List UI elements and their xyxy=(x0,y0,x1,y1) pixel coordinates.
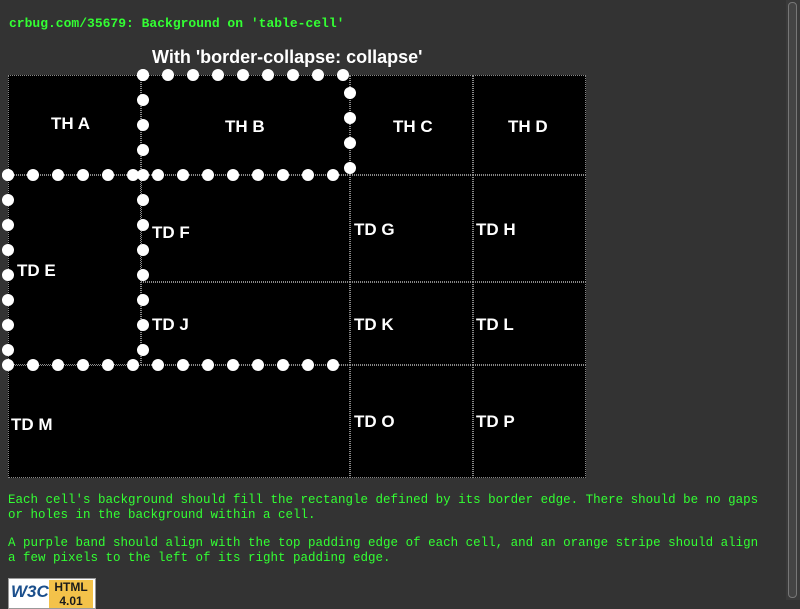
description-paragraph-2: A purple band should align with the top … xyxy=(8,536,759,565)
description-paragraph-1: Each cell's background should fill the r… xyxy=(8,493,759,522)
cell-th-b: TH B xyxy=(141,75,350,175)
cell-td-k: TD K xyxy=(350,282,473,365)
html-version-label: HTML 4.01 xyxy=(49,580,93,608)
cell-label: TD P xyxy=(476,412,515,431)
cell-th-a: TH A xyxy=(8,75,141,175)
cell-td-h: TD H xyxy=(473,175,586,282)
cell-label: TD J xyxy=(152,315,189,334)
cell-td-j: TD J xyxy=(141,282,350,365)
page-heading: crbug.com/35679: Background on 'table-ce… xyxy=(9,16,345,31)
cell-td-m: TD M xyxy=(8,365,350,478)
cell-label: TD G xyxy=(354,220,395,239)
cell-label: TD F xyxy=(152,223,190,242)
cell-td-l: TD L xyxy=(473,282,586,365)
cell-label: TH D xyxy=(508,117,548,136)
cell-th-d: TH D xyxy=(473,75,586,175)
cell-label: TD M xyxy=(11,415,53,434)
w3c-logo-text: W3C xyxy=(11,582,49,601)
cell-label: TH B xyxy=(225,117,265,136)
cell-td-g: TD G xyxy=(350,175,473,282)
cell-td-p: TD P xyxy=(473,365,586,478)
w3c-html-badge[interactable]: W3C HTML 4.01 xyxy=(8,578,96,609)
cell-td-o: TD O xyxy=(350,365,473,478)
table-caption: With 'border-collapse: collapse' xyxy=(152,47,423,67)
scrollbar-thumb[interactable] xyxy=(788,2,797,598)
cell-label: TD L xyxy=(476,315,514,334)
cell-label: TD E xyxy=(17,261,56,280)
cell-label: TH A xyxy=(51,114,91,133)
cell-td-e: TD E xyxy=(8,175,141,365)
cell-label: TD O xyxy=(354,412,395,431)
cell-th-c: TH C xyxy=(350,75,473,175)
cell-label: TH C xyxy=(393,117,433,136)
vertical-scrollbar[interactable] xyxy=(786,0,800,600)
cell-label: TD H xyxy=(476,220,516,239)
cell-td-f: TD F xyxy=(141,175,350,282)
cell-label: TD K xyxy=(354,315,394,334)
